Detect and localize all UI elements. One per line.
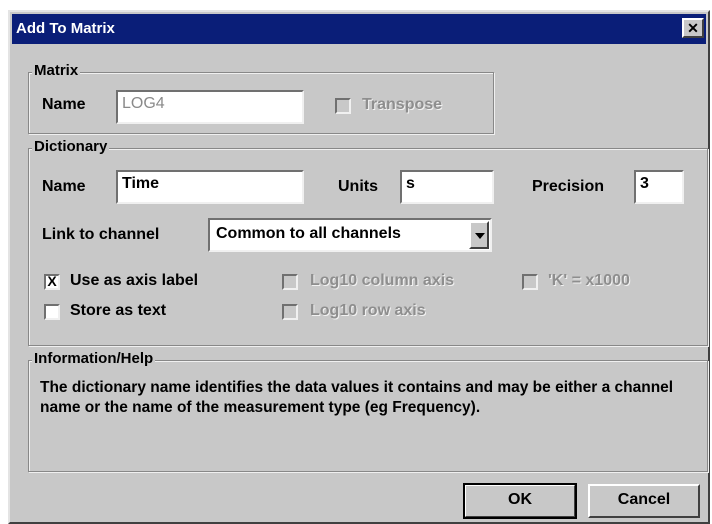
close-icon: ✕ [687,20,699,36]
chevron-down-icon [475,233,485,239]
matrix-name-field[interactable]: LOG4 [116,90,304,124]
transpose-checkbox[interactable] [335,98,351,114]
dropdown-button[interactable] [469,221,489,249]
precision-label: Precision [532,178,605,195]
dictionary-name-field[interactable]: Time [116,170,304,204]
units-label: Units [338,178,378,195]
link-to-channel-select[interactable]: Common to all channels [208,218,492,252]
log10-column-axis-checkbox[interactable] [282,274,298,290]
units-field[interactable]: s [400,170,494,204]
matrix-name-label: Name [42,96,86,113]
link-to-channel-label: Link to channel [42,226,160,243]
ok-button[interactable]: OK [463,483,577,519]
use-axis-label-text: Use as axis label [70,272,199,289]
k-x1000-checkbox[interactable] [522,274,538,290]
use-axis-label-checkbox[interactable]: X [44,274,60,290]
store-as-text-label: Store as text [70,302,167,319]
add-to-matrix-dialog: Add To Matrix ✕ Matrix Name LOG4 Transpo… [8,10,710,524]
cancel-button[interactable]: Cancel [588,484,700,518]
title-bar[interactable]: Add To Matrix ✕ [12,14,706,44]
log10-row-axis-label: Log10 row axis [310,302,426,319]
precision-field[interactable]: 3 [634,170,684,204]
check-icon: X [47,273,57,289]
help-legend: Information/Help [32,350,156,367]
dictionary-name-label: Name [42,178,86,195]
help-text: The dictionary name identifies the data … [40,379,674,416]
dialog-title: Add To Matrix [16,20,115,37]
transpose-label: Transpose [362,96,443,113]
store-as-text-checkbox[interactable] [44,304,60,320]
close-button[interactable]: ✕ [682,18,704,38]
log10-row-axis-checkbox[interactable] [282,304,298,320]
dictionary-legend: Dictionary [32,138,110,155]
log10-column-axis-label: Log10 column axis [310,272,455,289]
k-x1000-label: 'K' = x1000 [548,272,630,289]
link-to-channel-value: Common to all channels [216,225,401,242]
matrix-legend: Matrix [32,62,81,79]
